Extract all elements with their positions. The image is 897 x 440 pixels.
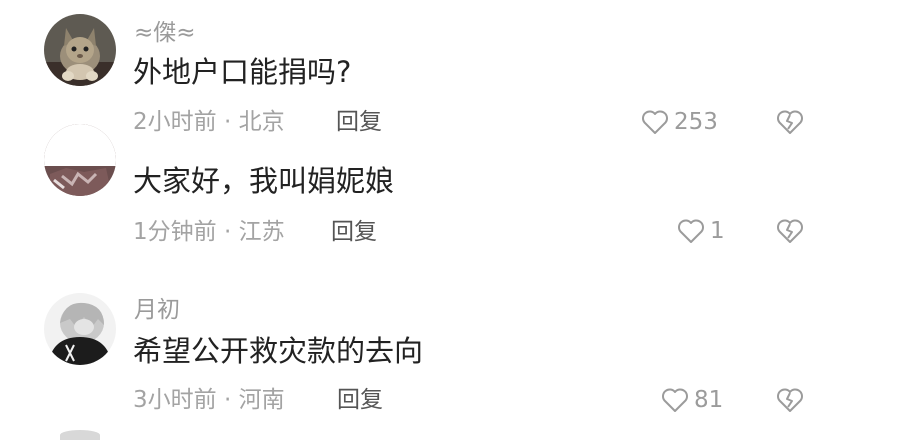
user-avatar[interactable] [44,14,116,86]
anime-avatar-icon [44,293,116,365]
like-count: 1 [710,218,725,244]
dislike-button[interactable] [776,386,804,414]
user-avatar[interactable] [44,124,116,196]
dislike-button[interactable] [776,217,804,245]
username[interactable]: ≈傑≈ [134,19,196,47]
cat-avatar-icon [44,14,116,86]
broken-heart-icon [777,110,803,134]
user-avatar[interactable] [44,293,116,365]
reply-button[interactable]: 回复 [336,108,382,136]
reply-button[interactable]: 回复 [337,386,383,414]
heart-icon [678,219,704,243]
broken-heart-icon [777,219,803,243]
reply-button[interactable]: 回复 [331,218,377,246]
comment-meta: 1分钟前 · 江苏 [133,219,285,245]
heart-icon [662,388,688,412]
comment-meta: 3小时前 · 河南 [133,387,285,413]
heart-icon [642,110,668,134]
like-count: 81 [694,387,724,413]
like-button[interactable]: 253 [641,107,718,137]
broken-heart-icon [777,388,803,412]
comment-text: 希望公开救灾款的去向 [133,334,424,368]
like-count: 253 [674,109,718,135]
photo-avatar-icon [44,124,116,196]
comment-text: 外地户口能捐吗? [133,55,352,89]
username[interactable]: 月初 [134,296,180,324]
like-button[interactable]: 1 [677,216,725,246]
dislike-button[interactable] [776,108,804,136]
comment-text: 大家好，我叫娟妮娘 [133,164,395,198]
like-button[interactable]: 81 [661,385,723,415]
comment-meta: 2小时前 · 北京 [133,109,285,135]
next-comment-avatar-peek [60,430,100,440]
